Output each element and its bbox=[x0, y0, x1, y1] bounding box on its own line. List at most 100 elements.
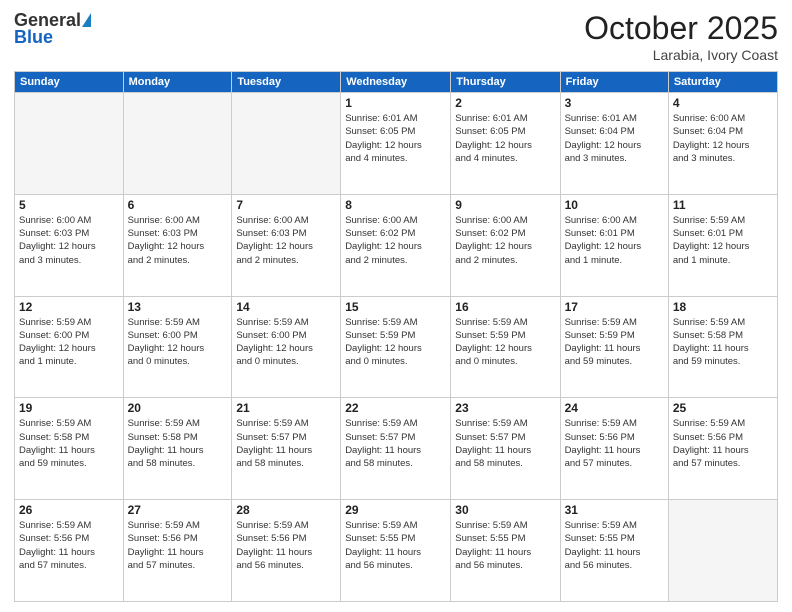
calendar-cell: 28 Sunrise: 5:59 AMSunset: 5:56 PMDayligh… bbox=[232, 500, 341, 602]
calendar-cell: 12 Sunrise: 5:59 AMSunset: 6:00 PMDayligh… bbox=[15, 296, 124, 398]
calendar-week-2: 12 Sunrise: 5:59 AMSunset: 6:00 PMDayligh… bbox=[15, 296, 778, 398]
calendar-cell: 11Sunrise: 5:59 AMSunset: 6:01 PMDayligh… bbox=[668, 194, 777, 296]
day-info: Sunrise: 6:00 AMSunset: 6:03 PMDaylight:… bbox=[236, 214, 336, 267]
calendar-cell: 17 Sunrise: 5:59 AMSunset: 5:59 PMDayligh… bbox=[560, 296, 668, 398]
weekday-header-sunday: Sunday bbox=[15, 72, 124, 93]
calendar-cell: 24 Sunrise: 5:59 AMSunset: 5:56 PMDayligh… bbox=[560, 398, 668, 500]
weekday-header-tuesday: Tuesday bbox=[232, 72, 341, 93]
day-info: Sunrise: 5:59 AMSunset: 5:58 PMDaylight:… bbox=[128, 417, 228, 470]
day-info: Sunrise: 5:59 AMSunset: 5:59 PMDaylight:… bbox=[345, 316, 446, 369]
calendar-week-4: 26 Sunrise: 5:59 AMSunset: 5:56 PMDayligh… bbox=[15, 500, 778, 602]
day-info: Sunrise: 5:59 AMSunset: 5:58 PMDaylight:… bbox=[19, 417, 119, 470]
calendar-cell: 10 Sunrise: 6:00 AMSunset: 6:01 PMDayligh… bbox=[560, 194, 668, 296]
day-number: 6 bbox=[128, 198, 228, 212]
weekday-header-thursday: Thursday bbox=[451, 72, 560, 93]
calendar-cell: 26 Sunrise: 5:59 AMSunset: 5:56 PMDayligh… bbox=[15, 500, 124, 602]
header: General Blue October 2025 Larabia, Ivory… bbox=[14, 10, 778, 63]
calendar-cell: 22 Sunrise: 5:59 AMSunset: 5:57 PMDayligh… bbox=[341, 398, 451, 500]
day-info: Sunrise: 5:59 AMSunset: 6:00 PMDaylight:… bbox=[128, 316, 228, 369]
day-number: 18 bbox=[673, 300, 773, 314]
day-number: 28 bbox=[236, 503, 336, 517]
day-info: Sunrise: 6:01 AMSunset: 6:05 PMDaylight:… bbox=[455, 112, 555, 165]
location-title: Larabia, Ivory Coast bbox=[584, 47, 778, 63]
day-info: Sunrise: 5:59 AMSunset: 5:55 PMDaylight:… bbox=[565, 519, 664, 572]
weekday-header-monday: Monday bbox=[123, 72, 232, 93]
day-info: Sunrise: 5:59 AMSunset: 5:57 PMDaylight:… bbox=[236, 417, 336, 470]
day-number: 27 bbox=[128, 503, 228, 517]
day-number: 22 bbox=[345, 401, 446, 415]
day-info: Sunrise: 6:00 AMSunset: 6:04 PMDaylight:… bbox=[673, 112, 773, 165]
day-number: 20 bbox=[128, 401, 228, 415]
day-info: Sunrise: 5:59 AMSunset: 5:57 PMDaylight:… bbox=[455, 417, 555, 470]
calendar-cell: 2 Sunrise: 6:01 AMSunset: 6:05 PMDaylight… bbox=[451, 93, 560, 195]
day-number: 24 bbox=[565, 401, 664, 415]
calendar-week-3: 19 Sunrise: 5:59 AMSunset: 5:58 PMDayligh… bbox=[15, 398, 778, 500]
calendar-cell: 19 Sunrise: 5:59 AMSunset: 5:58 PMDayligh… bbox=[15, 398, 124, 500]
day-info: Sunrise: 5:59 AMSunset: 5:59 PMDaylight:… bbox=[565, 316, 664, 369]
day-info: Sunrise: 5:59 AMSunset: 5:55 PMDaylight:… bbox=[345, 519, 446, 572]
day-info: Sunrise: 5:59 AMSunset: 5:59 PMDaylight:… bbox=[455, 316, 555, 369]
day-info: Sunrise: 6:00 AMSunset: 6:03 PMDaylight:… bbox=[19, 214, 119, 267]
day-number: 23 bbox=[455, 401, 555, 415]
calendar-table: SundayMondayTuesdayWednesdayThursdayFrid… bbox=[14, 71, 778, 602]
calendar-cell: 4Sunrise: 6:00 AMSunset: 6:04 PMDaylight… bbox=[668, 93, 777, 195]
calendar-cell: 9 Sunrise: 6:00 AMSunset: 6:02 PMDaylight… bbox=[451, 194, 560, 296]
day-number: 12 bbox=[19, 300, 119, 314]
day-info: Sunrise: 5:59 AMSunset: 5:57 PMDaylight:… bbox=[345, 417, 446, 470]
day-number: 10 bbox=[565, 198, 664, 212]
day-number: 25 bbox=[673, 401, 773, 415]
day-number: 2 bbox=[455, 96, 555, 110]
day-info: Sunrise: 5:59 AMSunset: 6:00 PMDaylight:… bbox=[19, 316, 119, 369]
day-info: Sunrise: 5:59 AMSunset: 5:58 PMDaylight:… bbox=[673, 316, 773, 369]
calendar-cell: 1Sunrise: 6:01 AMSunset: 6:05 PMDaylight… bbox=[341, 93, 451, 195]
day-info: Sunrise: 5:59 AMSunset: 5:56 PMDaylight:… bbox=[236, 519, 336, 572]
day-number: 14 bbox=[236, 300, 336, 314]
calendar-cell: 27 Sunrise: 5:59 AMSunset: 5:56 PMDayligh… bbox=[123, 500, 232, 602]
calendar-cell: 13 Sunrise: 5:59 AMSunset: 6:00 PMDayligh… bbox=[123, 296, 232, 398]
day-info: Sunrise: 6:00 AMSunset: 6:01 PMDaylight:… bbox=[565, 214, 664, 267]
calendar-cell bbox=[15, 93, 124, 195]
day-number: 7 bbox=[236, 198, 336, 212]
day-info: Sunrise: 5:59 AMSunset: 6:00 PMDaylight:… bbox=[236, 316, 336, 369]
calendar-cell: 5 Sunrise: 6:00 AMSunset: 6:03 PMDaylight… bbox=[15, 194, 124, 296]
calendar-cell bbox=[668, 500, 777, 602]
calendar-week-1: 5 Sunrise: 6:00 AMSunset: 6:03 PMDaylight… bbox=[15, 194, 778, 296]
day-number: 21 bbox=[236, 401, 336, 415]
weekday-header-friday: Friday bbox=[560, 72, 668, 93]
day-info: Sunrise: 6:01 AMSunset: 6:05 PMDaylight:… bbox=[345, 112, 446, 165]
day-info: Sunrise: 6:01 AMSunset: 6:04 PMDaylight:… bbox=[565, 112, 664, 165]
day-number: 11 bbox=[673, 198, 773, 212]
calendar-cell: 7 Sunrise: 6:00 AMSunset: 6:03 PMDaylight… bbox=[232, 194, 341, 296]
day-number: 13 bbox=[128, 300, 228, 314]
calendar-cell: 3 Sunrise: 6:01 AMSunset: 6:04 PMDaylight… bbox=[560, 93, 668, 195]
day-number: 17 bbox=[565, 300, 664, 314]
calendar-cell bbox=[123, 93, 232, 195]
calendar-cell: 14 Sunrise: 5:59 AMSunset: 6:00 PMDayligh… bbox=[232, 296, 341, 398]
calendar-cell: 20 Sunrise: 5:59 AMSunset: 5:58 PMDayligh… bbox=[123, 398, 232, 500]
day-info: Sunrise: 5:59 AMSunset: 5:56 PMDaylight:… bbox=[565, 417, 664, 470]
day-number: 8 bbox=[345, 198, 446, 212]
day-number: 26 bbox=[19, 503, 119, 517]
day-number: 19 bbox=[19, 401, 119, 415]
page: General Blue October 2025 Larabia, Ivory… bbox=[0, 0, 792, 612]
day-info: Sunrise: 6:00 AMSunset: 6:02 PMDaylight:… bbox=[455, 214, 555, 267]
day-number: 3 bbox=[565, 96, 664, 110]
calendar-cell: 29 Sunrise: 5:59 AMSunset: 5:55 PMDayligh… bbox=[341, 500, 451, 602]
month-title: October 2025 bbox=[584, 10, 778, 47]
day-info: Sunrise: 5:59 AMSunset: 5:56 PMDaylight:… bbox=[673, 417, 773, 470]
day-info: Sunrise: 5:59 AMSunset: 5:56 PMDaylight:… bbox=[128, 519, 228, 572]
day-info: Sunrise: 6:00 AMSunset: 6:03 PMDaylight:… bbox=[128, 214, 228, 267]
calendar-cell: 18 Sunrise: 5:59 AMSunset: 5:58 PMDayligh… bbox=[668, 296, 777, 398]
logo: General Blue bbox=[14, 10, 91, 48]
calendar-cell: 6 Sunrise: 6:00 AMSunset: 6:03 PMDaylight… bbox=[123, 194, 232, 296]
calendar-cell: 23 Sunrise: 5:59 AMSunset: 5:57 PMDayligh… bbox=[451, 398, 560, 500]
calendar-cell: 15Sunrise: 5:59 AMSunset: 5:59 PMDayligh… bbox=[341, 296, 451, 398]
calendar-cell: 25 Sunrise: 5:59 AMSunset: 5:56 PMDayligh… bbox=[668, 398, 777, 500]
calendar-week-0: 1Sunrise: 6:01 AMSunset: 6:05 PMDaylight… bbox=[15, 93, 778, 195]
day-number: 9 bbox=[455, 198, 555, 212]
day-number: 5 bbox=[19, 198, 119, 212]
day-number: 29 bbox=[345, 503, 446, 517]
calendar-cell: 30Sunrise: 5:59 AMSunset: 5:55 PMDayligh… bbox=[451, 500, 560, 602]
day-info: Sunrise: 5:59 AMSunset: 5:56 PMDaylight:… bbox=[19, 519, 119, 572]
day-info: Sunrise: 6:00 AMSunset: 6:02 PMDaylight:… bbox=[345, 214, 446, 267]
